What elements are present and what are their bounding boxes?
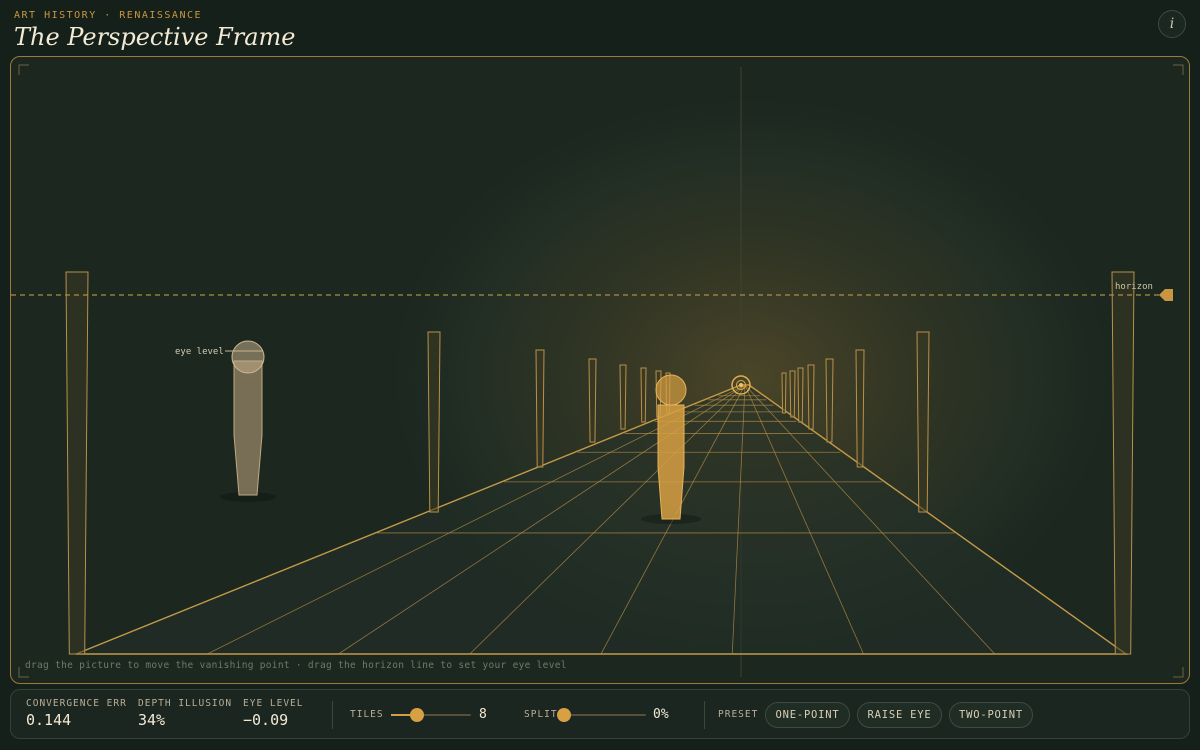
pillar [797, 367, 804, 423]
tiles-value: 8 [479, 707, 487, 722]
horizon-handle-icon[interactable] [1159, 289, 1173, 301]
split-label: SPLIT [524, 709, 558, 720]
stat-label: DEPTH ILLUSION [138, 698, 233, 709]
pillar [588, 358, 597, 443]
stat-depth-illusion: DEPTH ILLUSION 34% [138, 698, 232, 729]
canvas-hint: drag the picture to move the vanishing p… [25, 660, 567, 671]
split-slider-knob[interactable] [557, 708, 571, 722]
tiles-slider-track[interactable] [391, 714, 471, 716]
stat-label: CONVERGENCE ERR [26, 698, 127, 709]
eye-level-figure[interactable] [220, 340, 276, 502]
info-icon: i [1169, 16, 1175, 32]
pillar [619, 364, 627, 430]
preset-label: PRESET [718, 709, 759, 720]
pillar [807, 364, 815, 430]
stat-convergence: CONVERGENCE ERR 0.144 [26, 698, 127, 729]
pillar [825, 358, 834, 443]
horizon-label: horizon [1115, 282, 1153, 292]
stat-value: 0.144 [26, 711, 72, 729]
pillar [916, 331, 930, 513]
pillar [535, 349, 545, 468]
raise-eye-button[interactable]: RAISE EYE [857, 702, 942, 728]
pillar [65, 271, 89, 655]
pillar [640, 367, 647, 423]
split-slider-track[interactable] [564, 714, 646, 716]
one-point-button[interactable]: ONE-POINT [765, 702, 850, 728]
eye-level-label: eye level [175, 347, 224, 357]
control-bar: CONVERGENCE ERR 0.144 DEPTH ILLUSION 34%… [10, 689, 1190, 739]
perspective-canvas[interactable]: horizon eye level drag the picture to mo… [10, 56, 1190, 684]
split-value: 0% [653, 707, 669, 722]
divider [704, 701, 705, 729]
pillar [855, 349, 865, 468]
stat-value: 34% [138, 711, 166, 729]
perspective-drawing: horizon eye level [11, 64, 1184, 678]
pillar [781, 372, 787, 414]
info-button[interactable]: i [1158, 10, 1186, 38]
pillar [789, 370, 796, 418]
page-header: ART HISTORY · RENAISSANCE The Perspectiv… [14, 10, 295, 51]
two-point-button[interactable]: TWO-POINT [949, 702, 1033, 728]
pillar [1111, 271, 1135, 655]
page-title: The Perspective Frame [14, 23, 296, 51]
tiles-slider-knob[interactable] [410, 708, 425, 722]
tiles-label: TILES [350, 709, 384, 720]
stat-label: EYE LEVEL [243, 698, 304, 709]
pillar [427, 331, 441, 513]
divider [332, 701, 333, 729]
stat-value: −0.09 [243, 711, 289, 729]
stat-eye-level: EYE LEVEL −0.09 [243, 698, 303, 729]
breadcrumb: ART HISTORY · RENAISSANCE [14, 10, 203, 21]
